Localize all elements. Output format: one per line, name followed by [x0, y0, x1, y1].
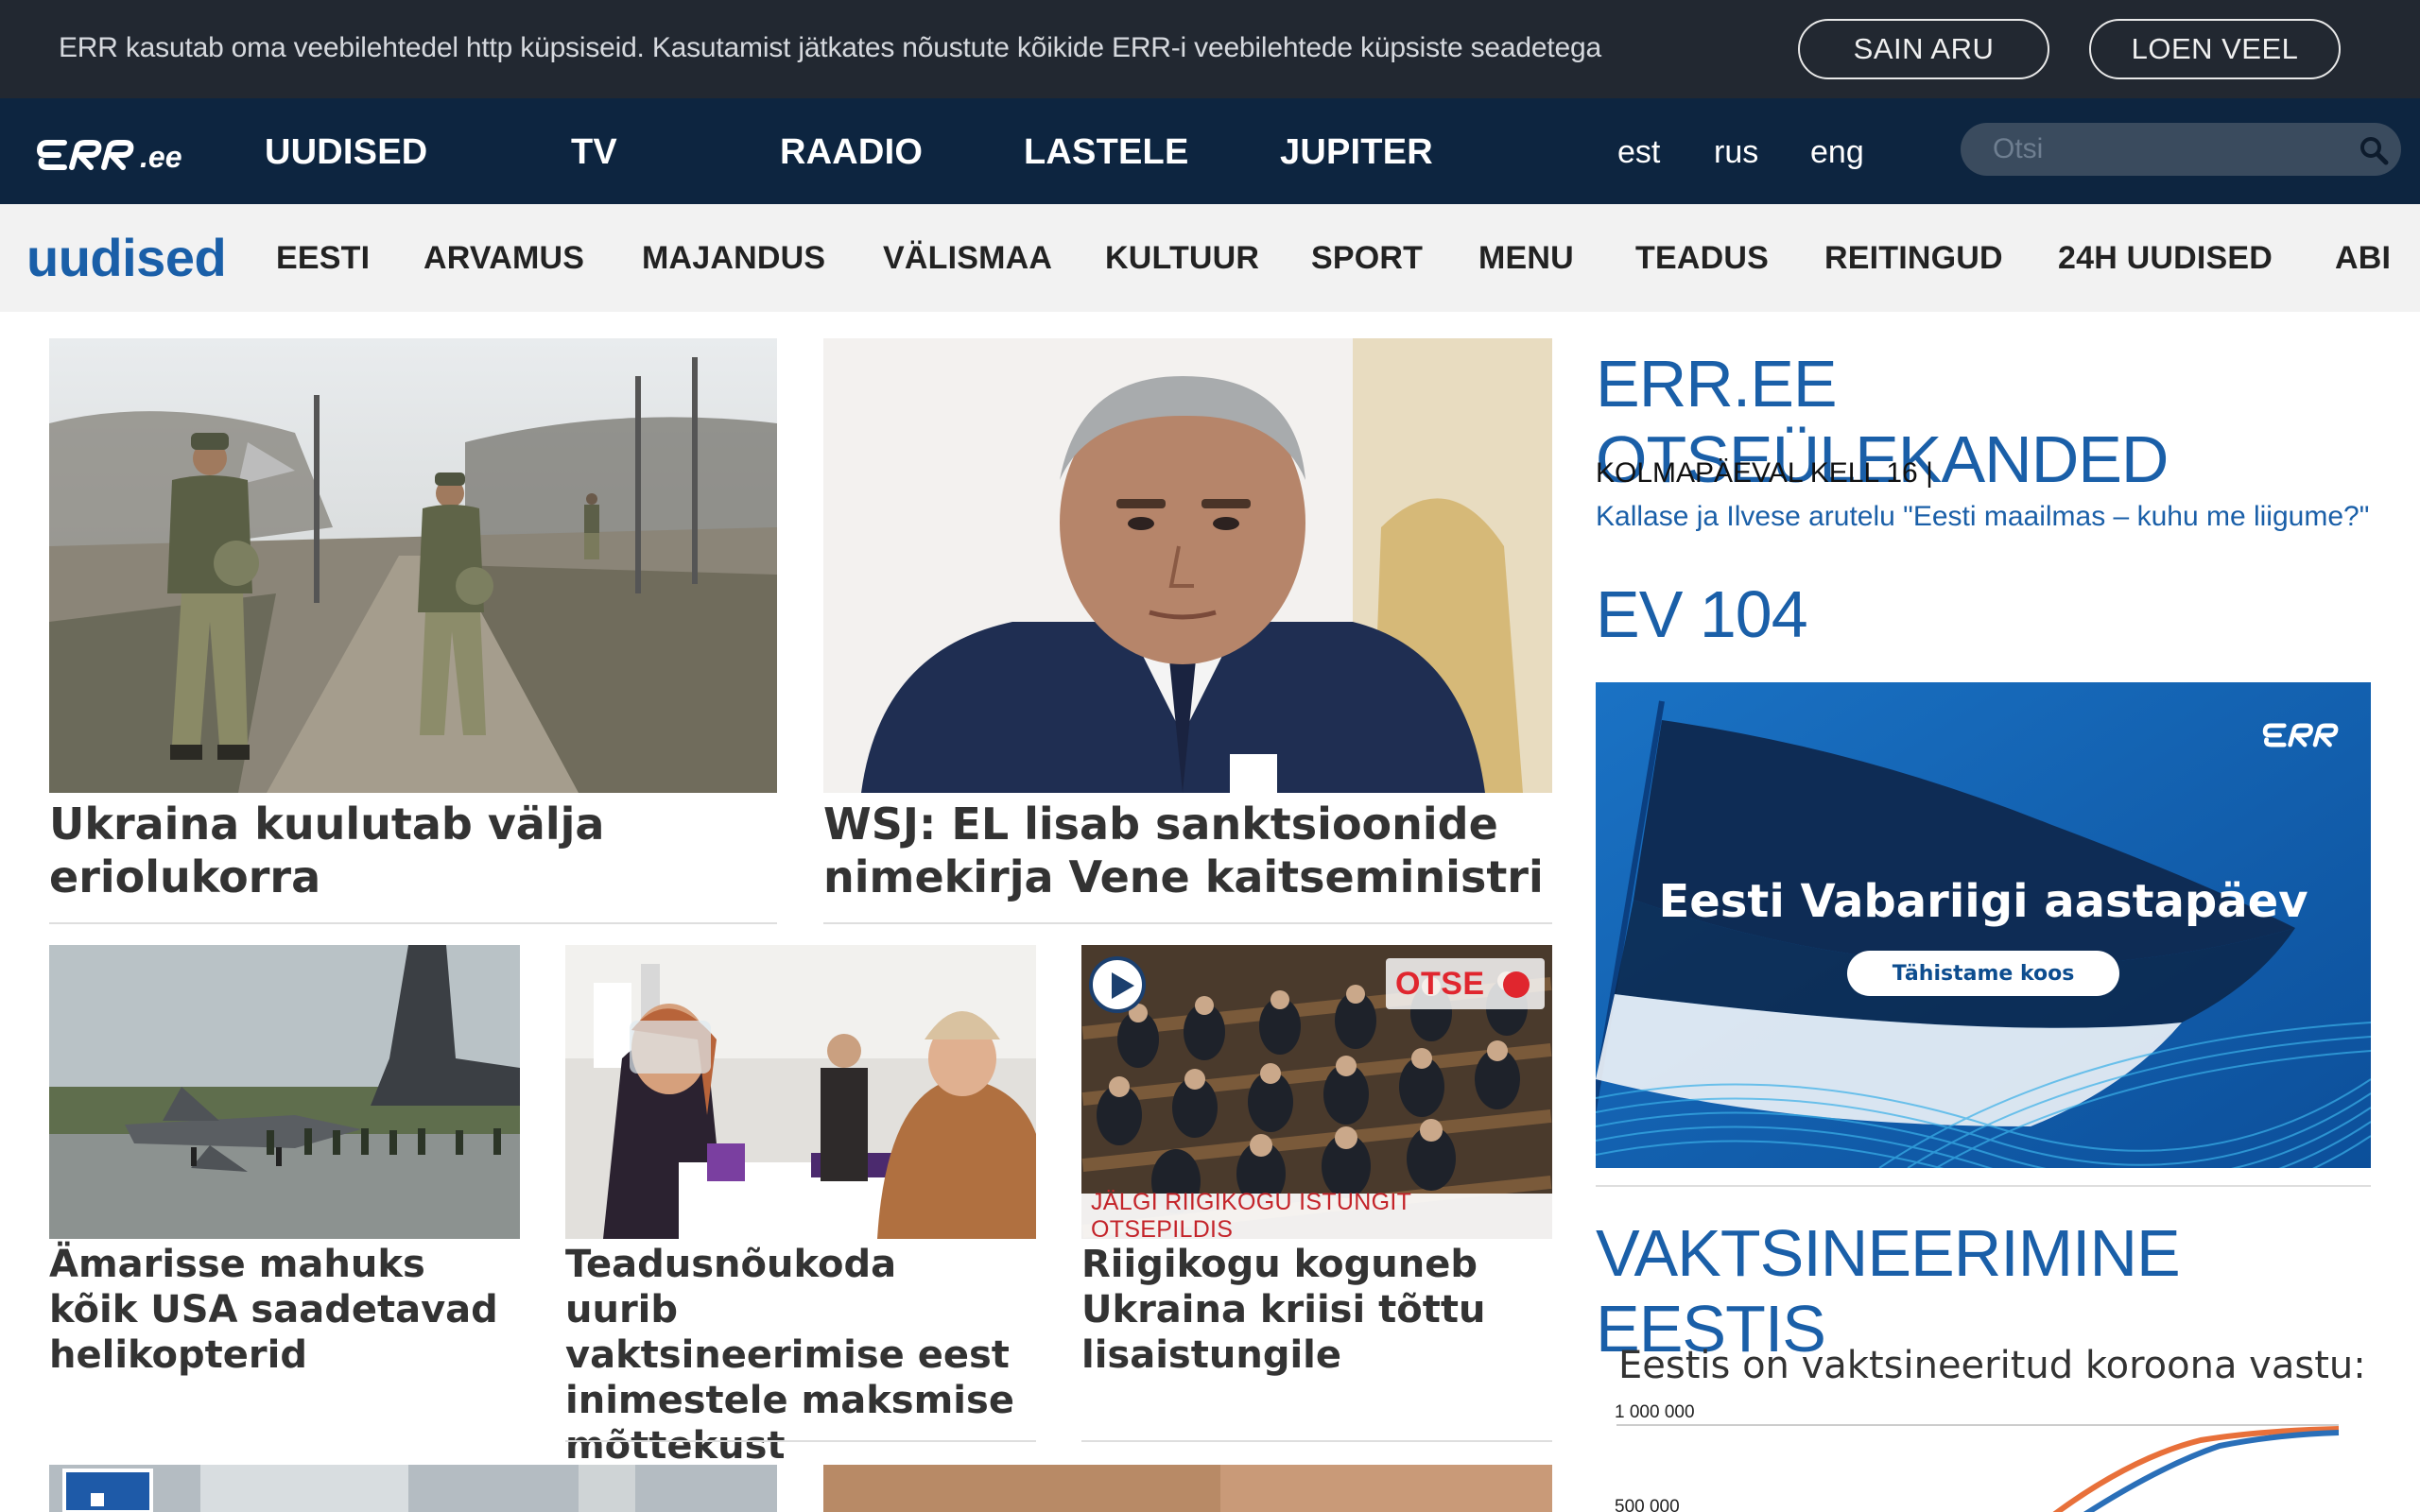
nav-jupiter[interactable]: JUPITER — [1280, 132, 1433, 173]
lang-rus[interactable]: rus — [1714, 134, 1758, 171]
article-card[interactable]: WSJ: EL lisab sanktsioonide nimekirja Ve… — [823, 338, 1552, 924]
section-item-arvamus[interactable]: ARVAMUS — [424, 240, 584, 277]
err-logo-icon — [37, 140, 134, 170]
cookie-message: ERR kasutab oma veebilehtedel http küpsi… — [59, 32, 1601, 63]
y-tick-label: 500 000 — [1615, 1497, 1680, 1512]
live-broadcast-time: KOLMAPÄEVAL KELL 16 | — [1596, 457, 1933, 489]
section-item-eesti[interactable]: EESTI — [276, 240, 370, 277]
article-card[interactable]: Ämarisse mahuks kõik USA saadetavad heli… — [49, 945, 520, 1436]
section-navigation: uudised EESTI ARVAMUS MAJANDUS VÄLISMAA … — [0, 204, 2420, 312]
vaccination-chart-svg: 1 000 000 500 000 — [1615, 1402, 2340, 1512]
article-card[interactable] — [49, 1465, 777, 1512]
aircraft-photo — [49, 945, 520, 1239]
article-title[interactable]: Ämarisse mahuks kõik USA saadetavad heli… — [49, 1242, 503, 1378]
section-item-valismaa[interactable]: VÄLISMAA — [883, 240, 1052, 277]
vaccination-chart: 1 000 000 500 000 — [1596, 1393, 2371, 1512]
section-item-abi[interactable]: ABI — [2335, 240, 2391, 277]
section-item-sport[interactable]: SPORT — [1311, 240, 1423, 277]
article-card[interactable]: Teadusnõukoda uurib vaktsineerimise eest… — [565, 945, 1036, 1468]
article-divider — [1081, 1440, 1552, 1442]
lang-eng[interactable]: eng — [1810, 134, 1864, 171]
sidebar-divider — [1596, 1185, 2371, 1187]
article-image-building[interactable] — [49, 1465, 777, 1512]
live-caption: JÄLGI RIIGIKOGU ISTUNGIT OTSEPILDIS — [1081, 1189, 1552, 1239]
article-title[interactable]: Riigikogu koguneb Ukraina kriisi tõttu l… — [1081, 1242, 1535, 1378]
article-image-aircraft[interactable] — [49, 945, 520, 1239]
article-image-portrait[interactable] — [823, 338, 1552, 793]
err-banner-logo-icon — [2262, 723, 2339, 747]
live-broadcast-link[interactable]: Kallase ja Ilvese arutelu "Eesti maailma… — [1596, 501, 2369, 533]
section-item-kultuur[interactable]: KULTUUR — [1105, 240, 1259, 277]
article-divider — [823, 922, 1552, 924]
vaccination-photo — [565, 945, 1036, 1239]
lang-est[interactable]: est — [1617, 134, 1660, 171]
vaccination-chart-title: Eestis on vaktsineeritud koroona vastu: — [1618, 1344, 2366, 1387]
article-title[interactable]: WSJ: EL lisab sanktsioonide nimekirja Ve… — [823, 798, 1552, 903]
independence-day-banner[interactable]: Eesti Vabariigi aastapäev Tähistame koos — [1596, 682, 2371, 1168]
section-item-teadus[interactable]: TEADUS — [1635, 240, 1769, 277]
article-image-vaccination[interactable] — [565, 945, 1036, 1239]
article-title[interactable]: Ukraina kuulutab välja eriolukorra — [49, 798, 777, 903]
live-dot-icon — [1503, 971, 1530, 998]
err-logo[interactable]: .ee — [36, 134, 182, 172]
bottom-photo — [823, 1465, 1552, 1512]
building-photo — [49, 1465, 777, 1512]
search-box — [1961, 123, 2401, 176]
article-divider — [565, 1440, 1036, 1442]
live-label: OTSE — [1395, 965, 1485, 1002]
cookie-bar: ERR kasutab oma veebilehtedel http küpsi… — [0, 0, 2420, 98]
cookie-accept-button[interactable]: SAIN ARU — [1798, 19, 2049, 79]
y-tick-label: 1 000 000 — [1615, 1402, 1695, 1422]
article-divider — [49, 922, 777, 924]
cookie-read-more-button[interactable]: LOEN VEEL — [2089, 19, 2341, 79]
nav-uudised[interactable]: UUDISED — [265, 132, 427, 173]
portrait-photo — [823, 338, 1552, 793]
article-card[interactable] — [823, 1465, 1552, 1512]
ev104-heading[interactable]: EV 104 — [1596, 576, 1808, 652]
section-item-menu[interactable]: MENU — [1478, 240, 1574, 277]
main-navigation: .ee UUDISED TV RAADIO LASTELE JUPITER es… — [0, 98, 2420, 204]
nav-raadio[interactable]: RAADIO — [780, 132, 923, 173]
logo-domain-suffix: .ee — [140, 140, 182, 174]
nav-lastele[interactable]: LASTELE — [1024, 132, 1189, 173]
section-item-reitingud[interactable]: REITINGUD — [1824, 240, 2003, 277]
nav-tv[interactable]: TV — [571, 132, 617, 173]
banner-title: Eesti Vabariigi aastapäev — [1658, 875, 2308, 928]
article-image-parliament[interactable]: OTSE JÄLGI RIIGIKOGU ISTUNGIT OTSEPILDIS — [1081, 945, 1552, 1239]
article-card[interactable]: Ukraina kuulutab välja eriolukorra — [49, 338, 777, 924]
article-card[interactable]: OTSE JÄLGI RIIGIKOGU ISTUNGIT OTSEPILDIS… — [1081, 945, 1552, 1444]
chart-series-line — [2083, 1430, 2340, 1512]
section-item-majandus[interactable]: MAJANDUS — [642, 240, 825, 277]
soldiers-photo — [49, 338, 777, 793]
section-logo[interactable]: uudised — [26, 227, 227, 288]
article-title[interactable]: Teadusnõukoda uurib vaktsineerimise eest… — [565, 1242, 1019, 1469]
live-badge: OTSE — [1386, 958, 1545, 1009]
article-image-bottom[interactable] — [823, 1465, 1552, 1512]
search-icon[interactable] — [2358, 134, 2390, 166]
article-image-soldiers[interactable] — [49, 338, 777, 793]
section-item-24h-uudised[interactable]: 24H UUDISED — [2058, 240, 2273, 277]
play-icon[interactable] — [1089, 956, 1146, 1013]
banner-celebrate-button[interactable]: Tähistame koos — [1847, 951, 2119, 996]
search-input[interactable] — [1961, 123, 2358, 176]
chart-series-line — [2052, 1426, 2340, 1512]
